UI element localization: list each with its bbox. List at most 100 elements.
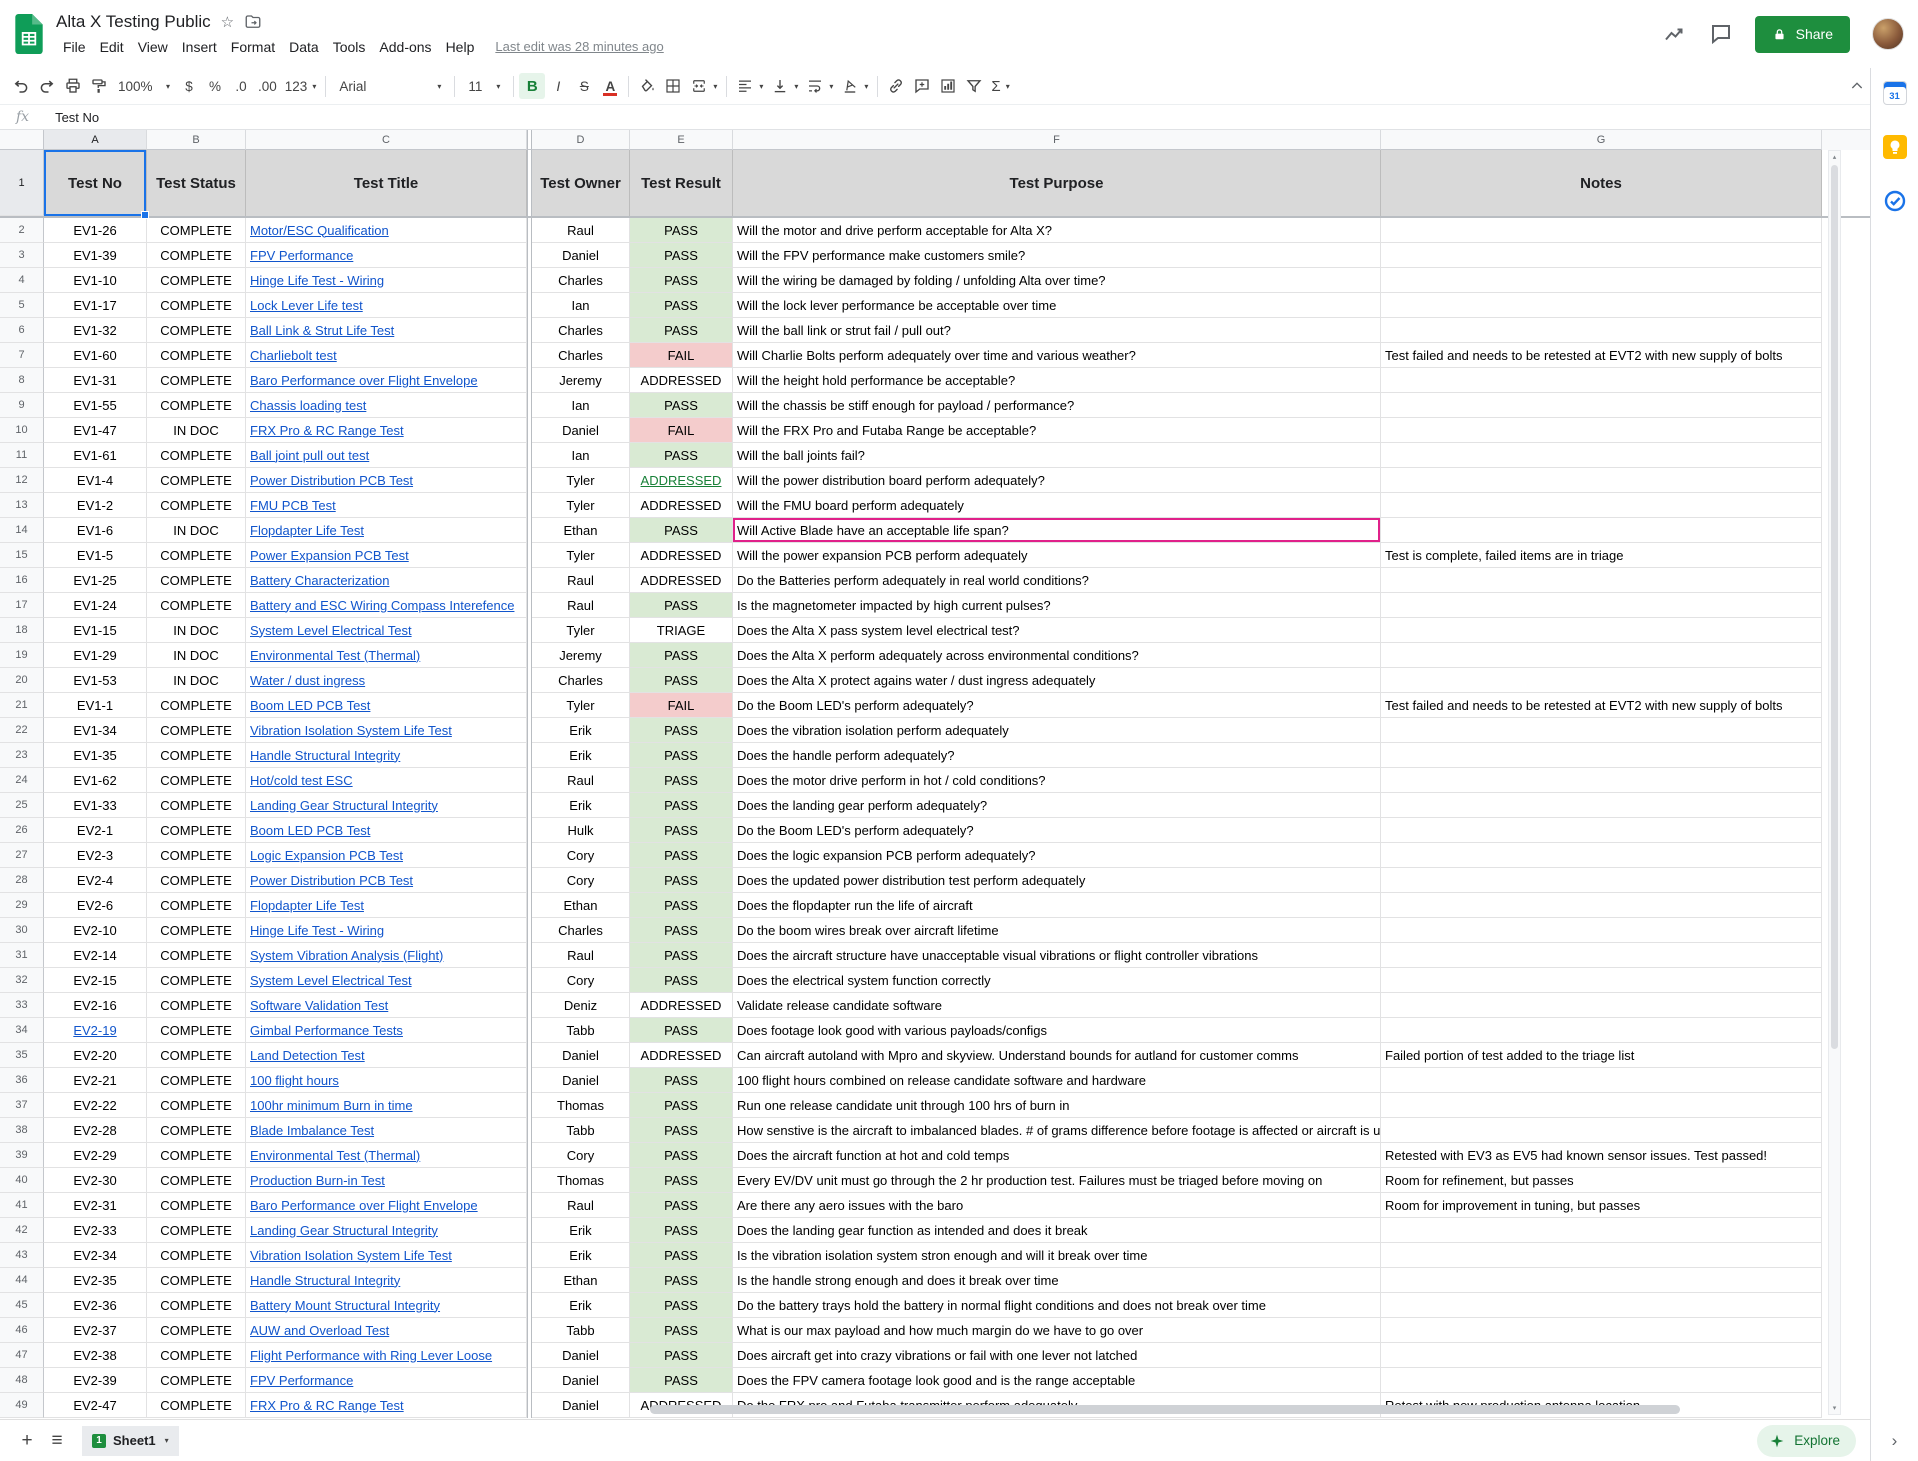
cell-D27[interactable]: Cory — [532, 843, 630, 868]
font-select[interactable]: Arial ▾ — [331, 73, 449, 99]
tasks-icon[interactable] — [1882, 188, 1908, 214]
cell-F40[interactable]: Every EV/DV unit must go through the 2 h… — [733, 1168, 1381, 1193]
last-edit-link[interactable]: Last edit was 28 minutes ago — [495, 39, 663, 54]
cell-C39[interactable]: Environmental Test (Thermal) — [246, 1143, 527, 1168]
row-header-10[interactable]: 10 — [0, 418, 44, 443]
cell-D8[interactable]: Jeremy — [532, 368, 630, 393]
cell-E48[interactable]: PASS — [630, 1368, 733, 1393]
column-header-C[interactable]: C — [246, 130, 527, 150]
cell-B48[interactable]: COMPLETE — [147, 1368, 246, 1393]
cell-G26[interactable] — [1381, 818, 1822, 843]
cell-C9[interactable]: Chassis loading test — [246, 393, 527, 418]
cell-E2[interactable]: PASS — [630, 218, 733, 243]
cell-G28[interactable] — [1381, 868, 1822, 893]
cell-F3[interactable]: Will the FPV performance make customers … — [733, 243, 1381, 268]
cell-E31[interactable]: PASS — [630, 943, 733, 968]
cell-F47[interactable]: Does aircraft get into crazy vibrations … — [733, 1343, 1381, 1368]
cell-A8[interactable]: EV1-31 — [44, 368, 147, 393]
cell-C34[interactable]: Gimbal Performance Tests — [246, 1018, 527, 1043]
row-header-1[interactable]: 1 — [0, 150, 44, 216]
cell-F17[interactable]: Is the magnetometer impacted by high cur… — [733, 593, 1381, 618]
cell-C24[interactable]: Hot/cold test ESC — [246, 768, 527, 793]
row-header-36[interactable]: 36 — [0, 1068, 44, 1093]
cell-F34[interactable]: Does footage look good with various payl… — [733, 1018, 1381, 1043]
cell-G27[interactable] — [1381, 843, 1822, 868]
cell-E39[interactable]: PASS — [630, 1143, 733, 1168]
cell-E45[interactable]: PASS — [630, 1293, 733, 1318]
cell-D7[interactable]: Charles — [532, 343, 630, 368]
cell-C16[interactable]: Battery Characterization — [246, 568, 527, 593]
cell-E26[interactable]: PASS — [630, 818, 733, 843]
row-header-9[interactable]: 9 — [0, 393, 44, 418]
menu-insert[interactable]: Insert — [175, 38, 224, 56]
cell-A9[interactable]: EV1-55 — [44, 393, 147, 418]
menu-add-ons[interactable]: Add-ons — [372, 38, 438, 56]
cell-G43[interactable] — [1381, 1243, 1822, 1268]
cell-D20[interactable]: Charles — [532, 668, 630, 693]
comment-history-icon[interactable] — [1709, 22, 1733, 46]
cell-B9[interactable]: COMPLETE — [147, 393, 246, 418]
cell-A14[interactable]: EV1-6 — [44, 518, 147, 543]
cell-C17[interactable]: Battery and ESC Wiring Compass Interefen… — [246, 593, 527, 618]
cell-C49[interactable]: FRX Pro & RC Range Test — [246, 1393, 527, 1418]
cell-A27[interactable]: EV2-3 — [44, 843, 147, 868]
cell-D28[interactable]: Cory — [532, 868, 630, 893]
cell-D13[interactable]: Tyler — [532, 493, 630, 518]
cell-A40[interactable]: EV2-30 — [44, 1168, 147, 1193]
cell-A26[interactable]: EV2-1 — [44, 818, 147, 843]
cell-D2[interactable]: Raul — [532, 218, 630, 243]
cell-B41[interactable]: COMPLETE — [147, 1193, 246, 1218]
cell-E21[interactable]: FAIL — [630, 693, 733, 718]
cell-B47[interactable]: COMPLETE — [147, 1343, 246, 1368]
cell-B36[interactable]: COMPLETE — [147, 1068, 246, 1093]
cell-D33[interactable]: Deniz — [532, 993, 630, 1018]
cell-E14[interactable]: PASS — [630, 518, 733, 543]
menu-tools[interactable]: Tools — [326, 38, 373, 56]
keep-icon[interactable] — [1882, 134, 1908, 160]
cell-F4[interactable]: Will the wiring be damaged by folding / … — [733, 268, 1381, 293]
row-header-42[interactable]: 42 — [0, 1218, 44, 1243]
vertical-scrollbar[interactable]: ▴ ▾ — [1828, 150, 1841, 1415]
row-header-48[interactable]: 48 — [0, 1368, 44, 1393]
formula-input[interactable]: Test No — [55, 110, 99, 125]
hide-menus-button[interactable] — [1844, 73, 1870, 99]
cell-A5[interactable]: EV1-17 — [44, 293, 147, 318]
scroll-up-icon[interactable]: ▴ — [1829, 151, 1840, 163]
row-header-32[interactable]: 32 — [0, 968, 44, 993]
undo-button[interactable] — [8, 73, 34, 99]
cell-D39[interactable]: Cory — [532, 1143, 630, 1168]
cell-F35[interactable]: Can aircraft autoland with Mpro and skyv… — [733, 1043, 1381, 1068]
cell-D37[interactable]: Thomas — [532, 1093, 630, 1118]
star-icon[interactable]: ☆ — [221, 13, 234, 31]
cell-B7[interactable]: COMPLETE — [147, 343, 246, 368]
cell-F27[interactable]: Does the logic expansion PCB perform ade… — [733, 843, 1381, 868]
row-header-20[interactable]: 20 — [0, 668, 44, 693]
cell-E42[interactable]: PASS — [630, 1218, 733, 1243]
row-header-27[interactable]: 27 — [0, 843, 44, 868]
cell-A39[interactable]: EV2-29 — [44, 1143, 147, 1168]
cell-E46[interactable]: PASS — [630, 1318, 733, 1343]
cell-G4[interactable] — [1381, 268, 1822, 293]
cell-B35[interactable]: COMPLETE — [147, 1043, 246, 1068]
cell-D6[interactable]: Charles — [532, 318, 630, 343]
cell-D4[interactable]: Charles — [532, 268, 630, 293]
cell-A38[interactable]: EV2-28 — [44, 1118, 147, 1143]
cell-B24[interactable]: COMPLETE — [147, 768, 246, 793]
row-header-47[interactable]: 47 — [0, 1343, 44, 1368]
cell-E33[interactable]: ADDRESSED — [630, 993, 733, 1018]
cell-G9[interactable] — [1381, 393, 1822, 418]
cell-D23[interactable]: Erik — [532, 743, 630, 768]
row-header-24[interactable]: 24 — [0, 768, 44, 793]
cell-E40[interactable]: PASS — [630, 1168, 733, 1193]
cell-A24[interactable]: EV1-62 — [44, 768, 147, 793]
row-header-34[interactable]: 34 — [0, 1018, 44, 1043]
column-header-E[interactable]: E — [630, 130, 733, 150]
cell-C11[interactable]: Ball joint pull out test — [246, 443, 527, 468]
cell-A21[interactable]: EV1-1 — [44, 693, 147, 718]
cell-D48[interactable]: Daniel — [532, 1368, 630, 1393]
cell-E16[interactable]: ADDRESSED — [630, 568, 733, 593]
cell-F41[interactable]: Are there any aero issues with the baro — [733, 1193, 1381, 1218]
cell-F10[interactable]: Will the FRX Pro and Futaba Range be acc… — [733, 418, 1381, 443]
cell-B3[interactable]: COMPLETE — [147, 243, 246, 268]
cell-G32[interactable] — [1381, 968, 1822, 993]
